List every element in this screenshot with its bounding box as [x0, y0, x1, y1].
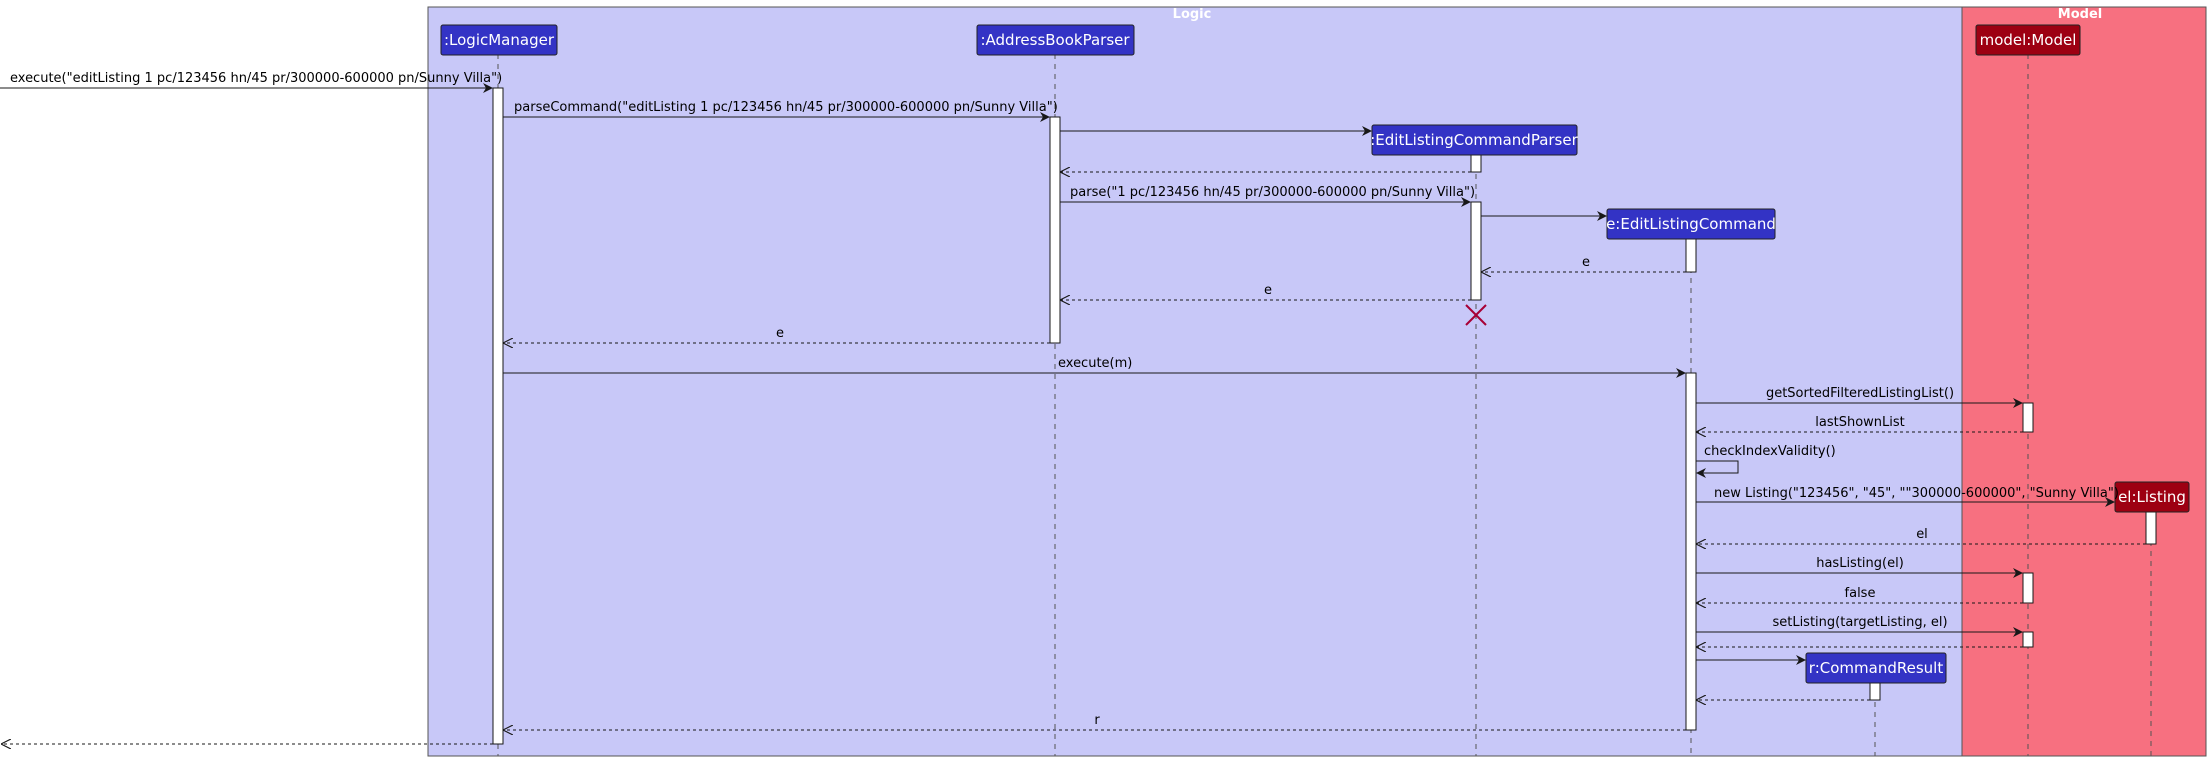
participant-edit-listing-command-parser-label: :EditListingCommandParser: [1370, 131, 1578, 149]
message-label: e: [1264, 283, 1272, 298]
participant-edit-listing-command-parser: :EditListingCommandParser: [1370, 124, 1579, 156]
group-logic-box: [427, 6, 1963, 757]
message-label: e: [1582, 255, 1590, 270]
participant-address-book-parser-label: :AddressBookParser: [980, 31, 1130, 49]
message-label: lastShownList: [1815, 415, 1905, 430]
participant-listing-label: el:Listing: [2118, 488, 2186, 506]
participant-command-result-label: r:CommandResult: [1809, 659, 1944, 677]
message-label: getSortedFilteredListingList(): [1766, 386, 1954, 401]
message-label: r: [1094, 713, 1100, 728]
message-label: hasListing(el): [1816, 556, 1904, 571]
activation-edit-listing-command-parser-1: [1470, 153, 1482, 173]
activation-model-2: [2022, 572, 2034, 604]
message-label: false: [1845, 586, 1876, 601]
message-label: parse("1 pc/123456 hn/45 pr/300000-60000…: [1070, 185, 1475, 200]
participant-command-result: r:CommandResult: [1805, 652, 1947, 684]
participant-edit-listing-command-label: e:EditListingCommand: [1606, 215, 1776, 233]
participant-address-book-parser: :AddressBookParser: [976, 24, 1135, 56]
activation-edit-listing-command-2: [1685, 372, 1697, 731]
group-model-box: [1961, 6, 2207, 757]
activation-edit-listing-command-parser-2: [1470, 201, 1482, 301]
participant-listing: el:Listing: [2114, 481, 2190, 513]
message-label: execute("editListing 1 pc/123456 hn/45 p…: [10, 71, 502, 86]
message-label: new Listing("123456", "45", ""300000-600…: [1714, 486, 2119, 501]
activation-listing: [2145, 510, 2157, 545]
message-label: parseCommand("editListing 1 pc/123456 hn…: [514, 100, 1058, 115]
message-label: el: [1916, 527, 1928, 542]
participant-model: model:Model: [1975, 24, 2081, 56]
sequence-diagram: Logic Model :LogicManager :AddressBookPa…: [0, 6, 2207, 757]
activation-address-book-parser: [1049, 116, 1061, 344]
activation-command-result: [1869, 681, 1881, 701]
group-model-title: Model: [2058, 7, 2102, 22]
activation-model-3: [2022, 631, 2034, 648]
activation-edit-listing-command-1: [1685, 237, 1697, 273]
participant-edit-listing-command: e:EditListingCommand: [1606, 208, 1776, 240]
activation-model-1: [2022, 402, 2034, 433]
group-model: Model: [1961, 6, 2207, 757]
activation-logic-manager: [492, 87, 504, 745]
message-label: execute(m): [1058, 356, 1132, 371]
group-logic-title: Logic: [1173, 7, 1212, 22]
participant-logic-manager: :LogicManager: [440, 24, 558, 56]
group-logic: Logic: [427, 6, 1963, 757]
message-label: setListing(targetListing, el): [1772, 615, 1947, 630]
participant-logic-manager-label: :LogicManager: [444, 31, 555, 49]
message-label: e: [776, 326, 784, 341]
participant-model-label: model:Model: [1980, 31, 2077, 49]
message-label: checkIndexValidity(): [1704, 444, 1836, 459]
